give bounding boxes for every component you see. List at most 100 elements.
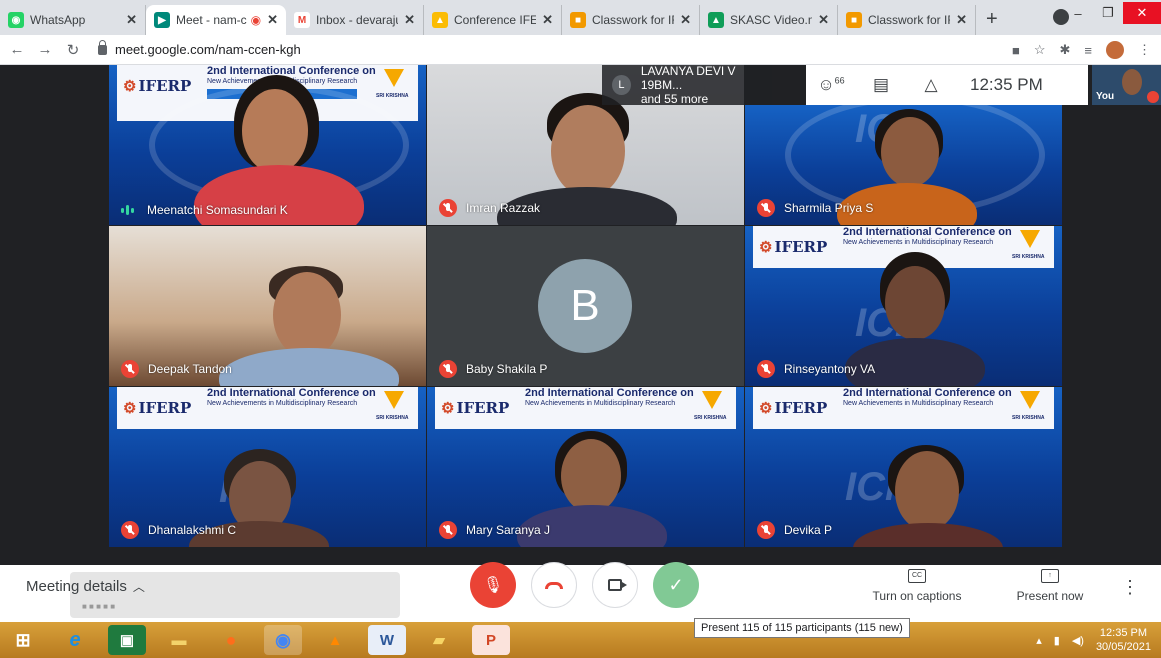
url-text: meet.google.com/nam-ccen-kgh [115, 42, 301, 57]
participant-tile[interactable]: B Baby Shakila P [427, 226, 744, 386]
more-participants-chip[interactable]: L LAVANYA DEVI V 19BM... and 55 more [602, 64, 772, 106]
minimize-icon[interactable]: – [1063, 6, 1093, 21]
participant-name: Devika P [757, 521, 832, 539]
participant-name: Deepak Tandon [121, 360, 232, 378]
attendance-tooltip: Present 115 of 115 participants (115 new… [694, 618, 910, 638]
chrome-icon[interactable]: ◉ [264, 625, 302, 655]
participant-name: Imran Razzak [439, 199, 540, 217]
powerpoint-icon[interactable]: P [472, 625, 510, 655]
volume-icon[interactable]: ◀) [1072, 634, 1084, 647]
camera-toggle-button[interactable] [592, 562, 638, 608]
windows-start-icon[interactable]: ⊞ [4, 625, 42, 655]
folder-icon[interactable]: ▰ [420, 625, 458, 655]
extensions-icon[interactable]: ✱ [1060, 42, 1071, 58]
word-icon[interactable]: W [368, 625, 406, 655]
close-icon[interactable]: ✕ [126, 12, 137, 28]
close-icon[interactable]: ✕ [680, 12, 691, 28]
activities-icon[interactable]: △ [906, 75, 956, 95]
attendance-button[interactable]: ✓ [653, 562, 699, 608]
conference-banner: IFERP 2nd International Conference on Ne… [435, 387, 736, 429]
close-icon[interactable]: ✕ [542, 12, 553, 28]
more-options-icon[interactable]: ⋮ [1121, 577, 1139, 598]
recording-icon: ◉ [250, 13, 262, 27]
participant-count: 66 [834, 75, 845, 86]
internet-explorer-icon[interactable]: e [56, 625, 94, 655]
mic-off-icon [757, 199, 775, 217]
participant-name: Dhanalakshmi C [121, 521, 236, 539]
tab-classwork-2[interactable]: ■ Classwork for IFER ✕ [838, 5, 976, 35]
participant-tile[interactable]: IFERP 2nd International Conference on Ne… [427, 387, 744, 547]
meeting-clock: 12:35 PM [970, 75, 1043, 94]
tab-conference-iferp[interactable]: ▲ Conference IFERP ✕ [424, 5, 562, 35]
browser-menu-icon[interactable]: ⋮ [1138, 42, 1151, 58]
file-explorer-icon[interactable]: ▬ [160, 625, 198, 655]
speaking-indicator-icon [121, 205, 137, 215]
participant-name: Mary Saranya J [439, 521, 550, 539]
classroom-icon: ■ [846, 12, 862, 28]
video-grid: IFERP 2nd International Conference on Ne… [0, 65, 1161, 565]
captions-button[interactable]: CC Turn on captions [872, 569, 962, 603]
participant-tile[interactable]: IFERP 2nd International Conference on Ne… [745, 387, 1062, 547]
system-clock[interactable]: 12:35 PM 30/05/2021 [1096, 626, 1151, 654]
back-icon[interactable]: ← [6, 41, 28, 58]
close-icon[interactable]: ✕ [267, 12, 278, 28]
new-tab-button[interactable]: + [986, 8, 998, 31]
mic-off-icon [757, 360, 775, 378]
present-now-button[interactable]: ↑ Present now [1010, 569, 1090, 603]
account-avatar[interactable] [1106, 41, 1124, 59]
reading-list-icon[interactable]: ≡ [1084, 43, 1092, 58]
mic-off-icon [439, 521, 457, 539]
reload-icon[interactable]: ↻ [62, 41, 84, 59]
meet-top-controls: ☺66 ▤ △ 12:35 PM [806, 65, 1088, 105]
tab-classwork[interactable]: ■ Classwork for IFER ✕ [562, 5, 700, 35]
participant-tile[interactable]: IFERP 2nd International Conference on Ne… [109, 387, 426, 547]
meet-bottom-bar: ■ ■ ■ ■ ■ Meeting details ︿ 🎙 ✓ CC Turn o… [0, 562, 1161, 622]
mic-off-icon [1147, 91, 1159, 103]
leave-call-button[interactable] [531, 562, 577, 608]
battery-icon[interactable]: ▮ [1054, 634, 1060, 647]
system-tray: ▴ ▮ ◀) 12:35 PM 30/05/2021 [1036, 626, 1151, 654]
camera-indicator-icon[interactable]: ■ [1012, 43, 1020, 58]
close-icon[interactable]: ✕ [956, 12, 967, 28]
browser-toolbar: ← → ↻ meet.google.com/nam-ccen-kgh ■ ☆ ✱… [0, 35, 1161, 65]
tab-inbox[interactable]: M Inbox - devarajus ✕ [286, 5, 424, 35]
restore-icon[interactable]: ❐ [1093, 5, 1123, 21]
participant-name: Sharmila Priya S [757, 199, 873, 217]
sri-krishna-logo [376, 69, 412, 109]
show-hidden-icons-icon[interactable]: ▴ [1036, 634, 1042, 647]
bookmark-star-icon[interactable]: ☆ [1034, 42, 1046, 58]
close-window-icon[interactable]: ✕ [1123, 2, 1161, 24]
participant-avatar: L [612, 75, 631, 95]
participant-tile[interactable]: IFERP 2nd International Conference on Ne… [745, 226, 1062, 386]
vlc-icon[interactable]: ▲ [316, 625, 354, 655]
mic-off-icon: 🎙 [482, 577, 504, 594]
participant-tile[interactable]: IFERP 2nd International Conference on Ne… [109, 65, 426, 225]
participant-tile[interactable]: ICN Sharmila Priya S [745, 105, 1062, 225]
close-icon[interactable]: ✕ [404, 12, 415, 28]
gmail-icon: M [294, 12, 310, 28]
hang-up-icon [545, 581, 563, 589]
participant-avatar: B [538, 259, 632, 353]
participant-name: Rinseyantony VA [757, 360, 875, 378]
windows-taskbar: ⊞ e ▣ ▬ ● ◉ ▲ W ▰ P ▴ ▮ ◀) 12:35 PM 30/0… [0, 622, 1161, 658]
forward-icon[interactable]: → [34, 41, 56, 58]
window-controls: – ❐ ✕ [1063, 0, 1161, 26]
tab-skasc-video[interactable]: ▲ SKASC Video.mp4 ✕ [700, 5, 838, 35]
chat-icon[interactable]: ▤ [856, 75, 906, 95]
firefox-icon[interactable]: ● [212, 625, 250, 655]
participant-tile[interactable]: Deepak Tandon [109, 226, 426, 386]
closed-captions-icon: CC [908, 569, 926, 583]
lock-icon[interactable] [98, 39, 107, 55]
people-icon[interactable]: ☺66 [806, 75, 856, 95]
store-icon[interactable]: ▣ [108, 625, 146, 655]
address-bar[interactable]: meet.google.com/nam-ccen-kgh [98, 39, 301, 57]
camera-icon [608, 579, 627, 591]
close-icon[interactable]: ✕ [818, 12, 829, 28]
present-screen-icon: ↑ [1041, 569, 1059, 583]
meeting-details-button[interactable]: Meeting details ︿ [26, 578, 145, 595]
tab-whatsapp[interactable]: ◉ WhatsApp ✕ [0, 5, 146, 35]
self-view-tile[interactable]: You [1092, 65, 1161, 105]
mic-toggle-button[interactable]: 🎙 [470, 562, 516, 608]
tab-meet[interactable]: ▶ Meet - nam-c ◉ ✕ [146, 5, 286, 35]
iferp-logo: IFERP [123, 77, 191, 95]
